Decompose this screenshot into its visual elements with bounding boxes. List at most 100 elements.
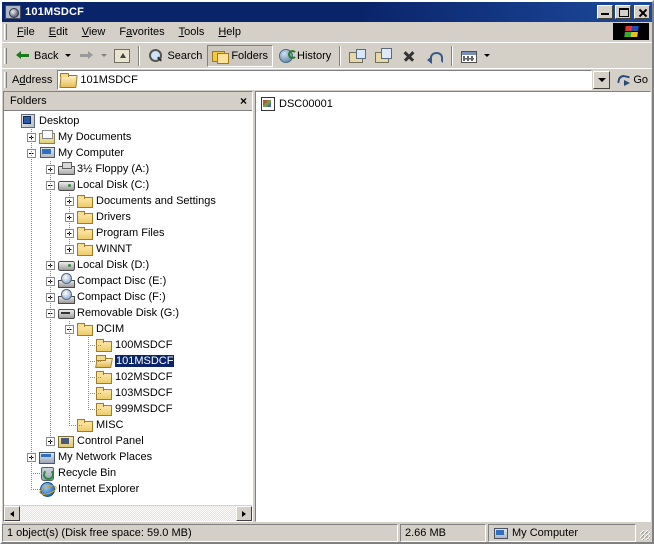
tree-item-drivers[interactable]: Drivers <box>4 209 252 225</box>
tree-item-local-disk-d[interactable]: Local Disk (D:) <box>4 257 252 273</box>
tree-item-label: Local Disk (C:) <box>77 179 150 191</box>
go-button[interactable]: Go <box>610 72 652 87</box>
tree-connector-line <box>31 129 32 489</box>
status-size: 2.66 MB <box>400 524 486 542</box>
tree-item-100msdcf[interactable]: 100MSDCF <box>4 337 252 353</box>
folder-icon <box>77 321 93 337</box>
views-button[interactable] <box>456 45 482 67</box>
tree-item-label: 3½ Floppy (A:) <box>77 163 150 175</box>
back-button[interactable]: Back <box>10 45 63 67</box>
tree-item-101msdcf[interactable]: 101MSDCF <box>4 353 252 369</box>
delete-button[interactable] <box>396 45 422 67</box>
tree-item-misc[interactable]: MISC <box>4 417 252 433</box>
tree-item-program-files[interactable]: Program Files <box>4 225 252 241</box>
arrow-right-icon <box>78 48 94 64</box>
menu-tools-label: ools <box>184 25 205 38</box>
network-icon <box>39 449 55 465</box>
copy-to-button[interactable] <box>370 45 396 67</box>
file-list-item[interactable]: DSC00001 <box>260 95 650 112</box>
search-button[interactable]: Search <box>143 45 207 67</box>
scroll-right-button[interactable] <box>236 506 252 521</box>
move-to-button[interactable] <box>344 45 370 67</box>
menu-edit[interactable]: Edit <box>42 24 75 40</box>
tree-connector-line <box>50 265 55 266</box>
address-dropdown-button[interactable] <box>593 70 611 89</box>
tree-item-winnt[interactable]: WINNT <box>4 241 252 257</box>
tree-item-documents-and-settings[interactable]: Documents and Settings <box>4 193 252 209</box>
menu-favorites[interactable]: Favorites <box>112 24 171 40</box>
hard-disk-icon <box>58 257 75 273</box>
views-dropdown[interactable] <box>482 45 492 67</box>
history-icon <box>278 48 298 64</box>
menu-grip[interactable] <box>4 23 7 40</box>
address-grip[interactable] <box>4 71 7 88</box>
tree-item-label: WINNT <box>96 243 133 255</box>
forward-button[interactable] <box>73 45 99 67</box>
tree-item-my-network-places[interactable]: My Network Places <box>4 449 252 465</box>
toolbar-grip[interactable] <box>4 47 7 64</box>
history-button[interactable]: History <box>273 45 336 67</box>
tree-item-999msdcf[interactable]: 999MSDCF <box>4 401 252 417</box>
tree-item-102msdcf[interactable]: 102MSDCF <box>4 369 252 385</box>
tree-item-compact-disc-f[interactable]: Compact Disc (F:) <box>4 289 252 305</box>
tree-connector-line <box>50 441 55 442</box>
tree-connector-line <box>31 153 36 154</box>
up-button[interactable] <box>109 45 135 67</box>
tree-item-label: Local Disk (D:) <box>77 259 150 271</box>
maximize-button[interactable] <box>615 5 631 19</box>
tree-item-my-computer[interactable]: My Computer <box>4 145 252 161</box>
tree-item-label: Documents and Settings <box>96 195 216 207</box>
tree-item-label: My Documents <box>58 131 132 143</box>
menu-tools[interactable]: Tools <box>172 24 212 40</box>
folders-button[interactable]: Folders <box>207 44 274 67</box>
close-button[interactable] <box>634 5 650 19</box>
toolbar-separator-3 <box>451 45 454 66</box>
tree-item-103msdcf[interactable]: 103MSDCF <box>4 385 252 401</box>
tree-item-local-disk-c[interactable]: Local Disk (C:) <box>4 177 252 193</box>
tree-item-dcim[interactable]: DCIM <box>4 321 252 337</box>
tree-item-label: Compact Disc (F:) <box>77 291 166 303</box>
back-history-dropdown[interactable] <box>63 45 73 67</box>
tree-connector-line <box>50 297 55 298</box>
tree-horizontal-scrollbar[interactable] <box>4 505 252 521</box>
resize-grip[interactable] <box>638 524 652 542</box>
scroll-left-button[interactable] <box>4 506 20 521</box>
forward-history-dropdown[interactable] <box>99 45 109 67</box>
tree-connector-line <box>50 185 55 186</box>
tree-connector-line <box>50 169 55 170</box>
folder-icon <box>77 193 93 209</box>
tree-item-my-documents[interactable]: My Documents <box>4 129 252 145</box>
undo-button[interactable] <box>422 45 448 67</box>
tree-item-label: My Network Places <box>58 451 153 463</box>
tree-item-desktop[interactable]: Desktop <box>4 113 252 129</box>
minimize-button[interactable] <box>597 5 613 19</box>
address-bar: Address 101MSDCF Go <box>2 68 652 90</box>
scroll-track[interactable] <box>20 506 236 521</box>
tree-connector-line <box>88 345 101 346</box>
tree-connector-line <box>50 281 55 282</box>
tree-item-control-panel[interactable]: Control Panel <box>4 433 252 449</box>
address-input[interactable]: 101MSDCF <box>57 69 593 90</box>
tree-item-removable-disk-g[interactable]: Removable Disk (G:) <box>4 305 252 321</box>
file-list-pane[interactable]: DSC00001 <box>255 91 651 522</box>
menu-view[interactable]: View <box>75 24 113 40</box>
tree-item-compact-disc-e[interactable]: Compact Disc (E:) <box>4 273 252 289</box>
menu-file[interactable]: File <box>10 24 42 40</box>
search-button-label: Search <box>167 49 203 62</box>
menu-help[interactable]: Help <box>211 24 248 40</box>
close-icon[interactable]: × <box>238 95 249 107</box>
tree-connector-line <box>31 489 44 490</box>
tree-connector-line <box>69 329 74 330</box>
my-computer-icon <box>39 145 55 161</box>
folder-tree[interactable]: Desktop My Documents My Computer 3½ Floppy … <box>4 111 252 505</box>
tree-item-3-floppy-a[interactable]: 3½ Floppy (A:) <box>4 161 252 177</box>
tree-item-label: Compact Disc (E:) <box>77 275 167 287</box>
